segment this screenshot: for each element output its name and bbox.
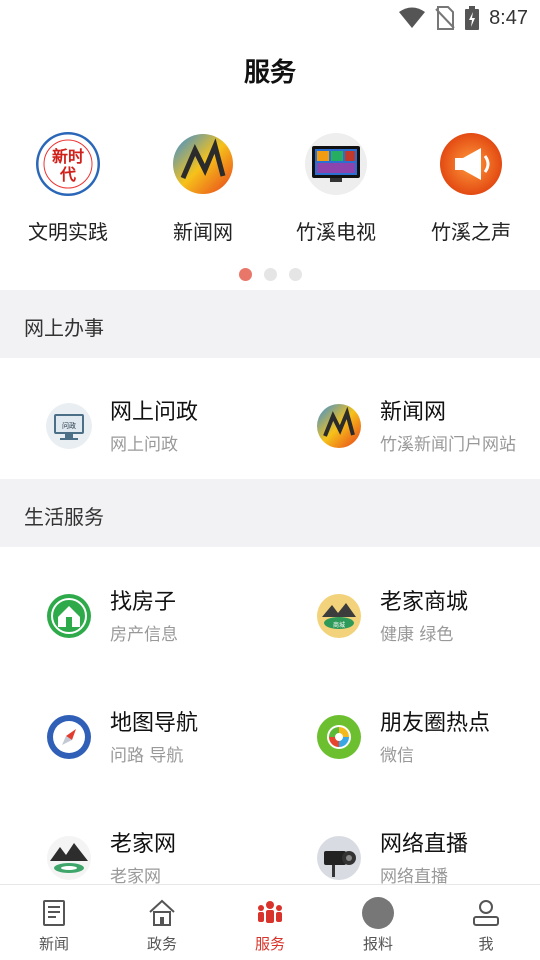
quick-links-carousel[interactable]: 新时代 文明实践 新闻网 竹溪电视 竹溪之声 <box>0 132 540 252</box>
tab-government[interactable]: 政务 <box>108 885 216 960</box>
report-icon <box>362 897 394 929</box>
section-header-life: 生活服务 <box>0 479 540 547</box>
svg-text:代: 代 <box>59 165 76 184</box>
news-site-logo-icon <box>171 132 235 196</box>
tab-services[interactable]: 服务 <box>216 885 324 960</box>
no-sim-icon <box>435 6 455 30</box>
service-subtitle: 网上问政 <box>110 435 178 455</box>
service-title: 老家网 <box>110 832 177 857</box>
service-subtitle: 房产信息 <box>110 625 178 645</box>
svg-text:问政: 问政 <box>62 421 76 430</box>
user-icon <box>470 897 502 929</box>
tab-label: 我 <box>478 935 494 953</box>
service-title: 找房子 <box>110 590 177 615</box>
tab-label: 服务 <box>254 935 285 953</box>
service-title: 老家商城 <box>380 590 469 615</box>
news-site-logo-icon <box>316 403 362 449</box>
status-bar: 8:47 <box>0 0 540 36</box>
quick-link-radio[interactable]: 竹溪之声 <box>405 132 537 245</box>
quick-link-label: 竹溪电视 <box>296 220 376 244</box>
radio-horn-icon <box>439 132 503 196</box>
service-hometown-mall[interactable]: 商城 老家商城 健康 绿色 <box>294 578 540 658</box>
quick-link-news[interactable]: 新闻网 <box>137 132 269 245</box>
service-wangshang-wenzheng[interactable]: 问政 网上问政 网上问政 <box>24 388 274 468</box>
page-title: 服务 <box>243 58 296 88</box>
section-header-online: 网上办事 <box>0 290 540 358</box>
section-title: 网上办事 <box>24 316 104 340</box>
quick-link-tv[interactable]: 竹溪电视 <box>270 132 402 245</box>
service-news-site[interactable]: 新闻网 竹溪新闻门户网站 <box>294 388 540 468</box>
svg-text:商城: 商城 <box>333 621 345 629</box>
tab-me[interactable]: 我 <box>432 885 540 960</box>
status-icons: 8:47 <box>399 6 528 30</box>
service-subtitle: 微信 <box>380 746 414 766</box>
bottom-tab-bar: 新闻 政务 服务 报料 我 <box>0 884 540 960</box>
monitor-icon: 问政 <box>46 403 92 449</box>
quick-link-label: 新闻网 <box>173 220 233 244</box>
service-title: 网络直播 <box>380 832 469 857</box>
hometown-logo-icon <box>46 835 92 881</box>
service-subtitle: 问路 导航 <box>110 746 184 766</box>
moments-icon <box>316 714 362 760</box>
tab-label: 报料 <box>362 935 393 953</box>
house-icon <box>46 593 92 639</box>
pager-dot[interactable] <box>288 268 302 281</box>
svg-text:新时: 新时 <box>52 147 84 166</box>
service-title: 朋友圈热点 <box>380 711 491 736</box>
live-camera-icon <box>316 835 362 881</box>
tv-icon <box>304 132 368 196</box>
wifi-icon <box>399 7 426 28</box>
service-title: 地图导航 <box>110 711 199 736</box>
tab-label: 新闻 <box>38 935 69 953</box>
newspaper-icon <box>38 897 70 929</box>
section-title: 生活服务 <box>24 505 104 529</box>
quick-link-label: 竹溪之声 <box>431 220 511 244</box>
government-icon <box>146 897 178 929</box>
carousel-pager <box>0 268 540 281</box>
service-subtitle: 健康 绿色 <box>380 625 454 645</box>
service-moments-hot[interactable]: 朋友圈热点 微信 <box>294 699 540 779</box>
service-title: 网上问政 <box>110 400 199 425</box>
tab-news[interactable]: 新闻 <box>0 885 108 960</box>
service-find-house[interactable]: 找房子 房产信息 <box>24 578 274 658</box>
service-subtitle: 竹溪新闻门户网站 <box>380 435 516 455</box>
compass-icon <box>46 714 92 760</box>
status-time: 8:47 <box>489 6 528 29</box>
quick-link-label: 文明实践 <box>28 220 108 244</box>
tab-report[interactable]: 报料 <box>324 885 432 960</box>
tab-label: 政务 <box>146 935 177 953</box>
pager-dot[interactable] <box>238 268 252 281</box>
pager-dot[interactable] <box>263 268 277 281</box>
people-icon <box>254 897 286 929</box>
service-map-navigation[interactable]: 地图导航 问路 导航 <box>24 699 274 779</box>
xinshidai-logo-icon: 新时代 <box>36 132 100 196</box>
service-title: 新闻网 <box>380 400 447 425</box>
quick-link-wenming[interactable]: 新时代 文明实践 <box>2 132 134 245</box>
battery-charging-icon <box>465 6 480 30</box>
mall-logo-icon: 商城 <box>316 593 362 639</box>
